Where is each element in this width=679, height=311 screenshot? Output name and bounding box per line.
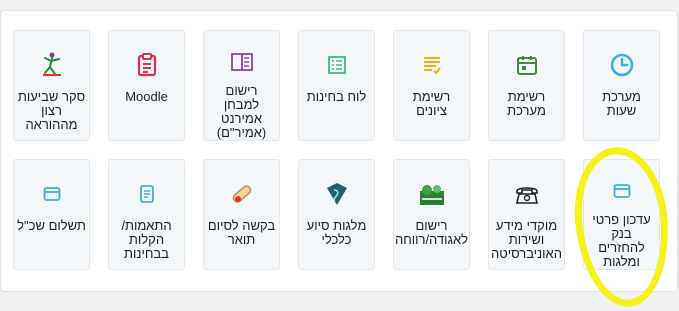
tile-student-union-registration[interactable]: רישום לאגודה/רווחה: [393, 159, 470, 270]
telephone-icon: [513, 180, 541, 208]
tile-label: מערכת שעות: [602, 89, 641, 118]
student-union-icon: [418, 180, 446, 208]
services-panel: מערכת שעות רשימת מערכת רשימת ציונים לוח …: [0, 10, 678, 292]
tile-amirnet-registration[interactable]: רישום למבחן אמירנט (אמיר"ם): [203, 30, 280, 141]
diploma-scroll-icon: [228, 180, 256, 208]
clipboard-icon: [133, 51, 161, 79]
tile-label: רישום לאגודה/רווחה: [394, 218, 469, 247]
tile-label: לוח בחינות: [306, 89, 367, 104]
tile-label: התאמות/ הקלות בבחינות: [121, 218, 172, 261]
grades-list-icon: [418, 51, 446, 79]
tile-scholarships[interactable]: מלגות סיוע כלכלי: [298, 159, 375, 270]
tile-degree-completion[interactable]: בקשה לסיום תואר: [203, 159, 280, 270]
calendar-icon: [513, 51, 541, 79]
tile-label: רישום למבחן אמירנט (אמיר"ם): [216, 83, 267, 140]
tile-timetable[interactable]: מערכת שעות: [583, 30, 660, 141]
tile-label: מוקדי מידע ושירות האוניברסיטה: [491, 218, 562, 261]
tile-exam-board[interactable]: לוח בחינות: [298, 30, 375, 141]
book-open-icon: [228, 51, 256, 73]
tile-label: תשלום שכ"ל: [17, 218, 86, 233]
tile-label: רשימת ציונים: [412, 89, 451, 118]
tile-label: סקר שביעות רצון מההוראה: [17, 89, 86, 132]
tile-grades-list[interactable]: רשימת ציונים: [393, 30, 470, 141]
tile-exam-accommodations[interactable]: התאמות/ הקלות בבחינות: [108, 159, 185, 270]
tile-info-centers[interactable]: מוקדי מידע ושירות האוניברסיטה: [488, 159, 565, 270]
tile-teaching-survey[interactable]: סקר שביעות רצון מההוראה: [13, 30, 90, 141]
tile-moodle[interactable]: Moodle: [108, 30, 185, 141]
exam-board-icon: [323, 51, 351, 79]
tile-tuition-payment[interactable]: תשלום שכ"ל: [13, 159, 90, 270]
tile-schedule-list[interactable]: רשימת מערכת: [488, 30, 565, 141]
tile-label: רשימת מערכת: [507, 89, 546, 118]
document-icon: [133, 180, 161, 208]
services-grid: מערכת שעות רשימת מערכת רשימת ציונים לוח …: [12, 30, 660, 270]
scholarship-icon: [323, 180, 351, 208]
tile-label: מלגות סיוע כלכלי: [306, 218, 367, 247]
clock-icon: [608, 51, 636, 79]
survey-figure-icon: [38, 51, 66, 79]
tile-label: בקשה לסיום תואר: [207, 218, 276, 247]
card-icon: [38, 180, 66, 208]
tile-label: Moodle: [125, 89, 168, 104]
